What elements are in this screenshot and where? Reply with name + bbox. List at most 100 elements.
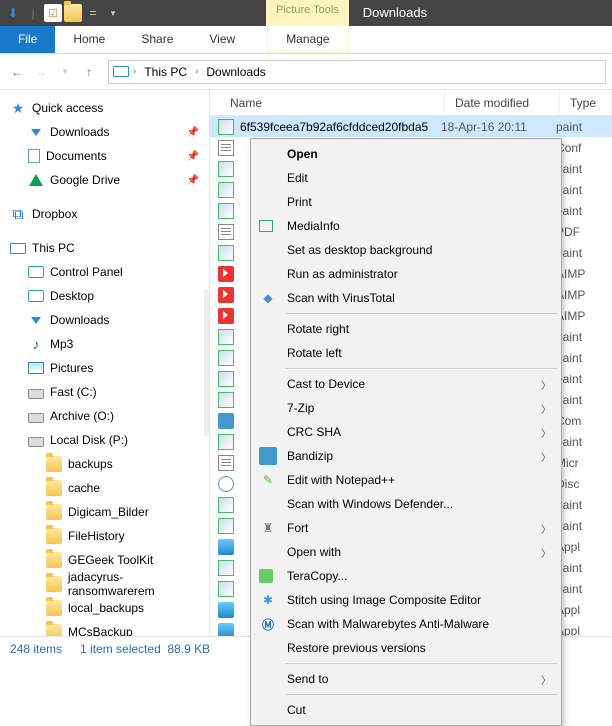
ctx-teracopy[interactable]: TeraCopy...: [253, 564, 559, 588]
pin-icon: 📌: [187, 127, 199, 138]
chevron-right-icon: 〉: [541, 377, 551, 392]
column-name[interactable]: Name: [220, 90, 445, 115]
tab-view[interactable]: View: [191, 26, 253, 53]
ctx-defender[interactable]: Scan with Windows Defender...: [253, 492, 559, 516]
tree-jadacyrus[interactable]: jadacyrus-ransomwarerem: [0, 572, 209, 596]
ctx-cast[interactable]: Cast to Device〉: [253, 372, 559, 396]
document-icon: [218, 140, 234, 156]
address-bar[interactable]: › This PC › Downloads: [108, 60, 606, 84]
folder-icon: [46, 600, 62, 616]
context-menu: Open Edit Print MediaInfo Set as desktop…: [250, 138, 562, 726]
qat-folder-icon[interactable]: [64, 4, 82, 22]
nav-back-button[interactable]: ←: [6, 61, 28, 83]
title-bar: ⬇ | ☑ = ▾ Picture Tools Downloads: [0, 0, 612, 26]
tree-label: Downloads: [50, 313, 109, 327]
tab-home[interactable]: Home: [55, 26, 123, 53]
ctx-mediainfo[interactable]: MediaInfo: [253, 214, 559, 238]
tree-label: Desktop: [50, 289, 94, 303]
tree-pictures[interactable]: Pictures: [0, 356, 209, 380]
application-icon: [218, 539, 234, 555]
tree-backups[interactable]: backups: [0, 452, 209, 476]
ctx-bandizip[interactable]: Bandizip〉: [253, 444, 559, 468]
tree-cache[interactable]: cache: [0, 476, 209, 500]
qat-down-arrow-icon[interactable]: ⬇: [4, 4, 22, 22]
image-icon: [218, 245, 234, 261]
column-date[interactable]: Date modified: [445, 90, 560, 115]
tree-filehistory[interactable]: FileHistory: [0, 524, 209, 548]
ctx-7zip[interactable]: 7-Zip〉: [253, 396, 559, 420]
ctx-notepadpp[interactable]: ✎Edit with Notepad++: [253, 468, 559, 492]
tree-mcsbackup[interactable]: MCsBackup: [0, 620, 209, 636]
tab-share[interactable]: Share: [123, 26, 191, 53]
column-headers[interactable]: Name Date modified Type: [210, 90, 612, 116]
chevron-right-icon: 〉: [541, 672, 551, 687]
tree-archive-o[interactable]: Archive (O:): [0, 404, 209, 428]
ctx-run-admin[interactable]: Run as administrator: [253, 262, 559, 286]
breadcrumb-this-pc[interactable]: This PC: [140, 63, 191, 81]
tab-manage[interactable]: Manage: [267, 26, 348, 53]
nav-up-button[interactable]: ↑: [78, 61, 100, 83]
tree-documents[interactable]: Documents📌: [0, 144, 209, 168]
ctx-edit[interactable]: Edit: [253, 166, 559, 190]
tree-control-panel[interactable]: Control Panel: [0, 260, 209, 284]
image-icon: [218, 329, 234, 345]
ctx-separator: [285, 313, 557, 314]
ctx-set-background[interactable]: Set as desktop background: [253, 238, 559, 262]
ctx-scan-virustotal[interactable]: ◆Scan with VirusTotal: [253, 286, 559, 310]
tab-file[interactable]: File: [0, 26, 55, 53]
ctx-send-to[interactable]: Send to〉: [253, 667, 559, 691]
tree-label: Control Panel: [50, 265, 123, 279]
image-icon: [218, 497, 234, 513]
image-icon: [218, 182, 234, 198]
ctx-rotate-left[interactable]: Rotate left: [253, 341, 559, 365]
chevron-right-icon[interactable]: ›: [133, 66, 136, 77]
navigation-pane[interactable]: ★Quick access Downloads📌 Documents📌 Goog…: [0, 90, 210, 636]
image-icon: [218, 119, 234, 135]
chevron-right-icon[interactable]: ›: [195, 66, 198, 77]
breadcrumb-downloads[interactable]: Downloads: [202, 63, 269, 81]
chevron-right-icon: 〉: [541, 425, 551, 440]
ctx-stitch[interactable]: ✱Stitch using Image Composite Editor: [253, 588, 559, 612]
ctx-malwarebytes[interactable]: ⓂScan with Malwarebytes Anti-Malware: [253, 612, 559, 636]
tree-downloads-2[interactable]: Downloads: [0, 308, 209, 332]
tree-fast-c[interactable]: Fast (C:): [0, 380, 209, 404]
qat-checkbox-icon[interactable]: ☑: [44, 4, 62, 22]
qat-dropdown-icon[interactable]: ▾: [104, 4, 122, 22]
tree-gegeek[interactable]: GEGeek ToolKit: [0, 548, 209, 572]
ctx-crc-sha[interactable]: CRC SHA〉: [253, 420, 559, 444]
tree-digicam[interactable]: Digicam_Bilder: [0, 500, 209, 524]
qat-eq-icon[interactable]: =: [84, 4, 102, 22]
tree-this-pc[interactable]: This PC: [0, 236, 209, 260]
tree-downloads[interactable]: Downloads📌: [0, 120, 209, 144]
ctx-rotate-right[interactable]: Rotate right: [253, 317, 559, 341]
ctx-open-with[interactable]: Open with〉: [253, 540, 559, 564]
nav-recent-dropdown[interactable]: ▾: [54, 61, 76, 83]
desktop-icon: [28, 290, 44, 302]
tree-mp3[interactable]: ♪Mp3: [0, 332, 209, 356]
ctx-open[interactable]: Open: [253, 142, 559, 166]
ctx-print[interactable]: Print: [253, 190, 559, 214]
tree-desktop[interactable]: Desktop: [0, 284, 209, 308]
tree-local-disk-p[interactable]: Local Disk (P:): [0, 428, 209, 452]
ctx-fort[interactable]: ♜Fort〉: [253, 516, 559, 540]
pdf-icon: [218, 224, 234, 240]
star-icon: ★: [10, 100, 26, 116]
tree-label: backups: [68, 457, 113, 471]
status-item-count: 248 items: [10, 642, 62, 656]
file-row[interactable]: 6f539fceea7b92af6cfddced20fbda518-Apr-16…: [210, 116, 612, 137]
chevron-right-icon: 〉: [541, 449, 551, 464]
ctx-cut[interactable]: Cut: [253, 698, 559, 722]
tree-quick-access[interactable]: ★Quick access: [0, 96, 209, 120]
chevron-right-icon: 〉: [541, 401, 551, 416]
ctx-restore-versions[interactable]: Restore previous versions: [253, 636, 559, 660]
folder-icon: [46, 552, 62, 568]
tree-local-backups[interactable]: local_backups: [0, 596, 209, 620]
nav-forward-button[interactable]: →: [30, 61, 52, 83]
tree-dropbox[interactable]: ⧉Dropbox: [0, 202, 209, 226]
qat-divider: |: [24, 4, 42, 22]
chevron-right-icon: 〉: [541, 521, 551, 536]
file-name: 6f539fceea7b92af6cfddced20fbda5: [240, 120, 428, 134]
ctx-separator: [285, 694, 557, 695]
tree-google-drive[interactable]: Google Drive📌: [0, 168, 209, 192]
column-type[interactable]: Type: [560, 90, 612, 115]
